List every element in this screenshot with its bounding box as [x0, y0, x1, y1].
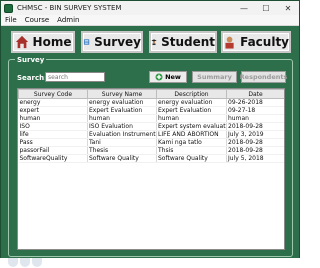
menu-course[interactable]: Course	[25, 16, 49, 24]
window-title: CHMSC - BIN SURVEY SYSTEM	[17, 4, 122, 12]
survey-panel-title: Survey	[15, 56, 47, 64]
app-logo-icon	[4, 3, 13, 13]
table-cell: passorFail	[18, 146, 88, 155]
table-row[interactable]: life Evaluation Instrument LIFE AND ABOR…	[18, 130, 284, 139]
table-cell: Expert system evaluation	[156, 122, 227, 131]
survey-table-grid: Survey Code Survey Name Description Date…	[18, 89, 284, 163]
taskbar-strip	[0, 258, 300, 268]
search-label: Search:	[17, 74, 47, 82]
menu-bar: File Course Admin	[1, 15, 299, 26]
survey-icon	[83, 39, 90, 45]
new-survey-label: New	[165, 73, 181, 81]
menu-file[interactable]: File	[5, 16, 17, 24]
table-cell: Tani	[87, 138, 157, 147]
student-nav-button[interactable]: Student	[149, 31, 217, 53]
table-cell: energy evaluation	[87, 98, 157, 107]
title-bar: CHMSC - BIN SURVEY SYSTEM — ☐ ✕	[1, 1, 299, 15]
table-cell: expert	[18, 106, 88, 115]
minimize-button[interactable]: —	[233, 1, 255, 15]
home-icon	[15, 35, 28, 49]
table-cell: human	[226, 114, 284, 123]
table-cell: 09-26-2018	[226, 98, 284, 107]
taskbar-item	[8, 258, 18, 267]
table-cell: Expert Evaluation	[87, 106, 157, 115]
student-nav-label: Student	[161, 35, 215, 49]
table-cell: 2018-09-28	[226, 138, 284, 147]
table-cell: SoftwareQuality	[18, 154, 88, 163]
table-row[interactable]: energy energy evaluation energy evaluati…	[18, 98, 284, 107]
table-cell: LIFE AND ABORTION	[156, 130, 227, 139]
taskbar-item	[32, 258, 42, 267]
column-header-date[interactable]: Date	[226, 89, 284, 99]
maximize-button[interactable]: ☐	[255, 1, 277, 15]
column-header-description[interactable]: Description	[156, 89, 227, 99]
respondents-label: Respondents	[239, 73, 288, 81]
table-cell: energy evaluation	[156, 98, 227, 107]
faculty-nav-label: Faculty	[240, 35, 289, 49]
table-cell: Software Quality	[87, 154, 157, 163]
table-cell: life	[18, 130, 88, 139]
student-icon	[151, 39, 157, 46]
table-cell: human	[18, 114, 88, 123]
summary-button[interactable]: Summary	[192, 71, 237, 83]
faculty-nav-button[interactable]: Faculty	[221, 31, 291, 53]
table-cell: human	[156, 114, 227, 123]
search-input[interactable]	[45, 72, 105, 82]
table-cell: human	[87, 114, 157, 123]
column-header-survey-code[interactable]: Survey Code	[18, 89, 88, 99]
table-row[interactable]: human human human human	[18, 114, 284, 123]
summary-label: Summary	[197, 73, 232, 81]
menu-admin[interactable]: Admin	[57, 16, 79, 24]
table-row[interactable]: expert Expert Evaluation Expert Evaluati…	[18, 106, 284, 115]
table-row[interactable]: passorFail Thesis Thsis 2018-09-28	[18, 146, 284, 155]
new-survey-button[interactable]: New	[149, 71, 187, 83]
app-window: CHMSC - BIN SURVEY SYSTEM — ☐ ✕ File Cou…	[0, 0, 300, 268]
table-cell: ISO	[18, 122, 88, 131]
home-nav-label: Home	[32, 35, 72, 49]
table-header-row: Survey Code Survey Name Description Date	[18, 89, 284, 99]
table-cell: Evaluation Instrument	[87, 130, 157, 139]
table-cell: 2018-09-28	[226, 122, 284, 131]
close-button[interactable]: ✕	[277, 1, 299, 15]
table-row[interactable]: ISO ISO Evaluation Expert system evaluat…	[18, 122, 284, 131]
table-cell: Pass	[18, 138, 88, 147]
table-row[interactable]: SoftwareQuality Software Quality Softwar…	[18, 154, 284, 163]
table-cell: Software Quality	[156, 154, 227, 163]
respondents-button[interactable]: Respondents	[239, 71, 288, 83]
table-cell: 2018-09-28	[226, 146, 284, 155]
faculty-icon	[225, 36, 234, 49]
window-controls: — ☐ ✕	[233, 1, 299, 15]
table-cell: Thsis	[156, 146, 227, 155]
table-cell: 09-27-18	[226, 106, 284, 115]
survey-table[interactable]: Survey Code Survey Name Description Date…	[17, 88, 285, 250]
table-cell: Expert Evaluation	[156, 106, 227, 115]
survey-panel: Survey Search: New Summary Respondents	[8, 56, 293, 257]
home-nav-button[interactable]: Home	[11, 31, 75, 53]
add-icon	[155, 73, 163, 81]
table-cell: Kami nga tatlo	[156, 138, 227, 147]
table-cell: energy	[18, 98, 88, 107]
taskbar-item	[20, 258, 30, 267]
table-cell: Thesis	[87, 146, 157, 155]
survey-nav-label: Survey	[94, 35, 141, 49]
table-cell: July 3, 2019	[226, 130, 284, 139]
column-header-survey-name[interactable]: Survey Name	[87, 89, 157, 99]
table-row[interactable]: Pass Tani Kami nga tatlo 2018-09-28	[18, 138, 284, 147]
survey-nav-button[interactable]: Survey	[81, 31, 143, 53]
table-cell: July 5, 2018	[226, 154, 284, 163]
main-navigation: Home Survey Student Faculty	[1, 27, 299, 57]
table-cell: ISO Evaluation	[87, 122, 157, 131]
